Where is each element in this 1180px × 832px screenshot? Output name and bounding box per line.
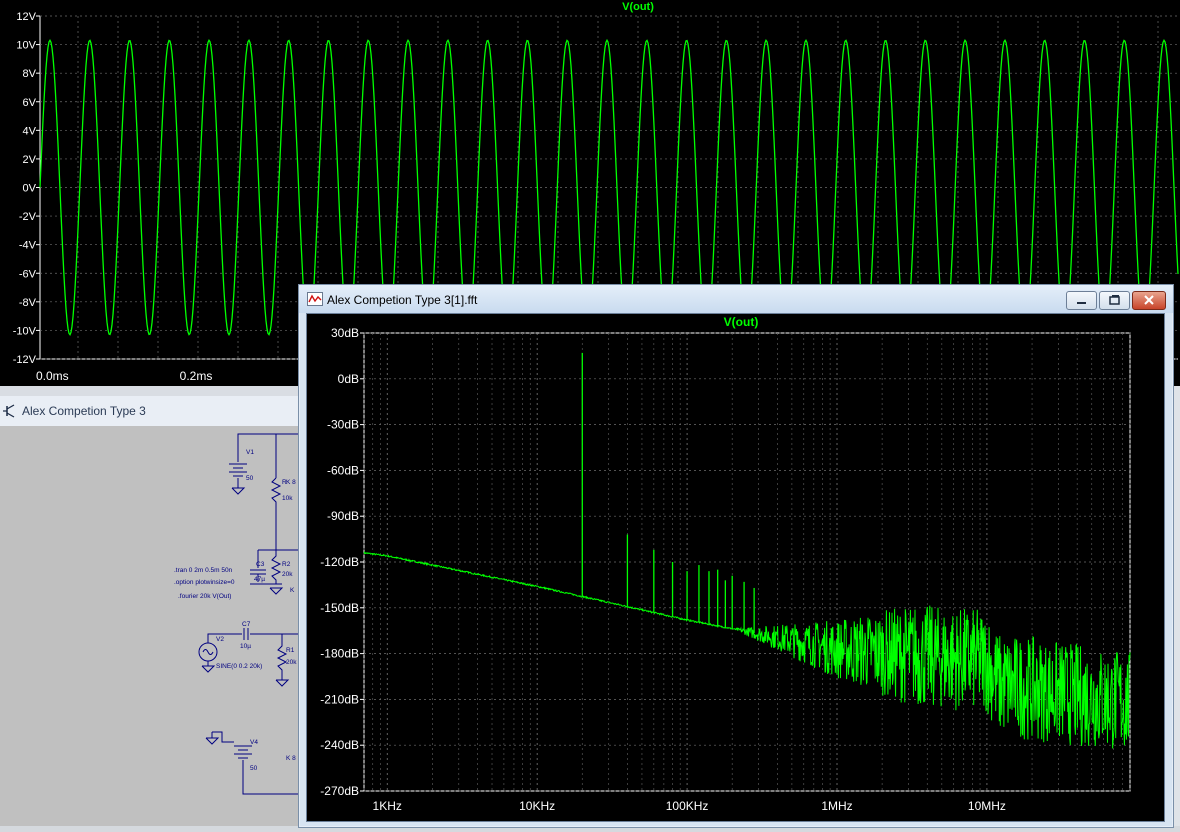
- waveform-y-tick-label: 6V: [23, 97, 37, 109]
- label-v1-value: 50: [246, 475, 254, 482]
- fft-y-tick-label: -240dB: [320, 738, 359, 752]
- waveform-x-tick-label: 0.2ms: [180, 369, 213, 383]
- fft-y-axis: 30dB 0dB -30dB -60dB -90dB -120dB -150dB -180dB…: [320, 326, 359, 798]
- waveform-y-tick-label: 2V: [23, 154, 37, 166]
- waveform-y-tick-label: 8V: [23, 68, 37, 80]
- label-c7: C7: [242, 621, 251, 628]
- label-k-bottom: K 8: [286, 755, 296, 762]
- label-v4-value: 50: [250, 765, 258, 772]
- schematic-canvas[interactable]: V1 50 R 10k K 8 C3 47µ R2 20k K .tran 0 …: [0, 426, 300, 832]
- label-c3: C3: [256, 561, 265, 568]
- fft-y-tick-label: -120dB: [320, 555, 359, 569]
- spice-option-directive[interactable]: .option plotwinsize=0: [174, 579, 235, 586]
- label-r1: R1: [286, 647, 295, 654]
- fft-x-axis: 1KHz 10KHz 100KHz 1MHz 10MHz: [373, 799, 1006, 813]
- waveform-y-axis: 12V 10V 8V 6V 4V 2V 0V -2V -4V -6V -8V -10V -12V: [13, 11, 37, 366]
- waveform-y-tick-label: 10V: [16, 40, 36, 52]
- fft-y-tick-label: -60dB: [327, 463, 359, 477]
- label-k-top: K 8: [286, 479, 296, 486]
- label-v2-value: SINE(0 0.2 20k): [216, 663, 262, 670]
- label-r2: R2: [282, 561, 291, 568]
- schematic-window[interactable]: Alex Competion Type 3 V1 50 R 10k K 8 C3…: [0, 396, 300, 832]
- label-c3-value: 47µ: [254, 576, 265, 583]
- close-icon: [1144, 295, 1154, 305]
- fft-y-tick-label: -90dB: [327, 509, 359, 523]
- fft-x-tick-label: 1MHz: [821, 799, 852, 813]
- fft-grid: [360, 332, 1131, 792]
- close-button[interactable]: [1132, 291, 1166, 310]
- label-k-mid: K: [290, 587, 295, 594]
- fft-title: Alex Competion Type 3[1].fft: [327, 293, 478, 307]
- fft-x-tick-label: 1KHz: [373, 799, 402, 813]
- fft-y-tick-label: -210dB: [320, 692, 359, 706]
- schematic-title: Alex Competion Type 3: [22, 404, 146, 418]
- spice-tran-directive[interactable]: .tran 0 2m 0.5m 50n: [174, 567, 233, 574]
- waveform-y-tick-label: -2V: [19, 211, 37, 223]
- fft-y-tick-label: -270dB: [320, 784, 359, 798]
- fft-titlebar[interactable]: Alex Competion Type 3[1].fft: [299, 285, 1173, 313]
- fft-window[interactable]: Alex Competion Type 3[1].fft 30dB 0dB -30d…: [298, 284, 1174, 828]
- minimize-button[interactable]: [1066, 291, 1097, 310]
- waveform-y-tick-label: -6V: [19, 268, 37, 280]
- fft-y-tick-label: -150dB: [320, 601, 359, 615]
- waveform-y-tick-label: -10V: [13, 325, 37, 337]
- waveform-y-tick-label: -12V: [13, 354, 37, 366]
- fft-x-tick-label: 100KHz: [666, 799, 709, 813]
- schematic-titlebar[interactable]: Alex Competion Type 3: [0, 396, 300, 427]
- label-r2-value: 20k: [282, 571, 293, 578]
- label-v1: V1: [246, 449, 254, 456]
- waveform-icon: [307, 292, 323, 306]
- waveform-title: V(out): [622, 1, 654, 13]
- fft-chart-title: V(out): [724, 315, 759, 329]
- waveform-y-tick-label: 4V: [23, 125, 37, 137]
- label-r3-value: 10k: [282, 495, 293, 502]
- fft-y-tick-label: -30dB: [327, 418, 359, 432]
- spice-fourier-directive[interactable]: .fourier 20k V(Out): [178, 593, 231, 600]
- fft-plot[interactable]: 30dB 0dB -30dB -60dB -90dB -120dB -150dB -180dB…: [306, 313, 1165, 822]
- maximize-button[interactable]: [1099, 291, 1130, 310]
- waveform-y-tick-label: -4V: [19, 240, 37, 252]
- fft-y-tick-label: -180dB: [320, 647, 359, 661]
- fft-trace: [363, 352, 1131, 749]
- transistor-icon: [3, 404, 15, 418]
- waveform-y-tick-label: 0V: [23, 183, 37, 195]
- fft-noise-trace: [363, 551, 1131, 749]
- fft-x-tick-label: 10KHz: [519, 799, 555, 813]
- waveform-y-tick-label: 12V: [16, 11, 36, 23]
- waveform-x-tick-label: 0.0ms: [36, 369, 69, 383]
- fft-y-tick-label: 30dB: [331, 326, 359, 340]
- restore-icon: [1109, 295, 1120, 305]
- waveform-y-tick-label: -8V: [19, 297, 37, 309]
- fft-y-tick-label: 0dB: [338, 372, 359, 386]
- label-r1-value: 20k: [286, 659, 297, 666]
- minimize-icon: [1077, 302, 1086, 304]
- fft-chart[interactable]: 30dB 0dB -30dB -60dB -90dB -120dB -150dB -180dB…: [307, 314, 1164, 821]
- label-c7-value: 10µ: [240, 643, 251, 650]
- label-v4: V4: [250, 739, 258, 746]
- label-v2: V2: [216, 636, 224, 643]
- fft-x-tick-label: 10MHz: [968, 799, 1006, 813]
